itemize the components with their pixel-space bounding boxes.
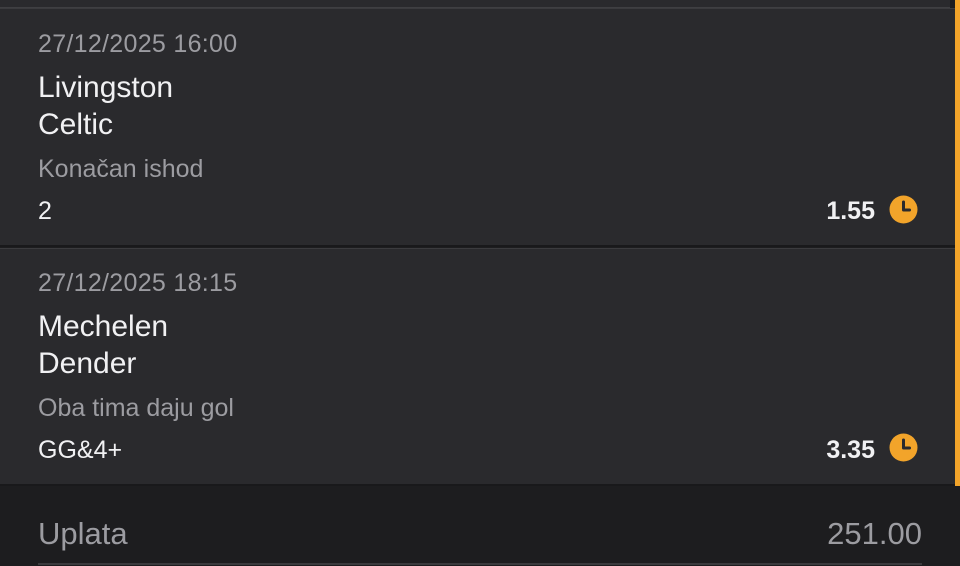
bet-selection: GG&4+ <box>38 436 123 464</box>
clock-icon <box>889 433 918 462</box>
stake-label: Uplata <box>38 516 128 551</box>
stake-row[interactable]: Uplata 251.00 <box>0 488 960 566</box>
away-team: Dender <box>38 347 137 380</box>
bet-selection: 2 <box>38 197 52 225</box>
divider <box>38 563 922 565</box>
previous-item-edge <box>0 0 950 8</box>
bet-market: Konačan ishod <box>38 155 204 183</box>
bet-odds: 3.35 <box>826 436 875 464</box>
clock-icon <box>889 195 918 224</box>
stake-value: 251.00 <box>827 516 922 551</box>
home-team: Livingston <box>38 71 174 104</box>
match-datetime: 27/12/2025 16:00 <box>38 30 238 58</box>
ticket-accent-bar <box>955 0 960 486</box>
away-team: Celtic <box>38 108 114 141</box>
match-datetime: 27/12/2025 18:15 <box>38 269 238 297</box>
ticket-screen: 27/12/2025 16:00 Livingston Celtic Konač… <box>0 0 960 566</box>
home-team: Mechelen <box>38 310 169 343</box>
bet-market: Oba tima daju gol <box>38 394 234 422</box>
match-card[interactable]: 27/12/2025 16:00 Livingston Celtic Konač… <box>0 8 955 247</box>
match-card[interactable]: 27/12/2025 18:15 Mechelen Dender Oba tim… <box>0 248 955 486</box>
bet-odds: 1.55 <box>826 197 875 225</box>
